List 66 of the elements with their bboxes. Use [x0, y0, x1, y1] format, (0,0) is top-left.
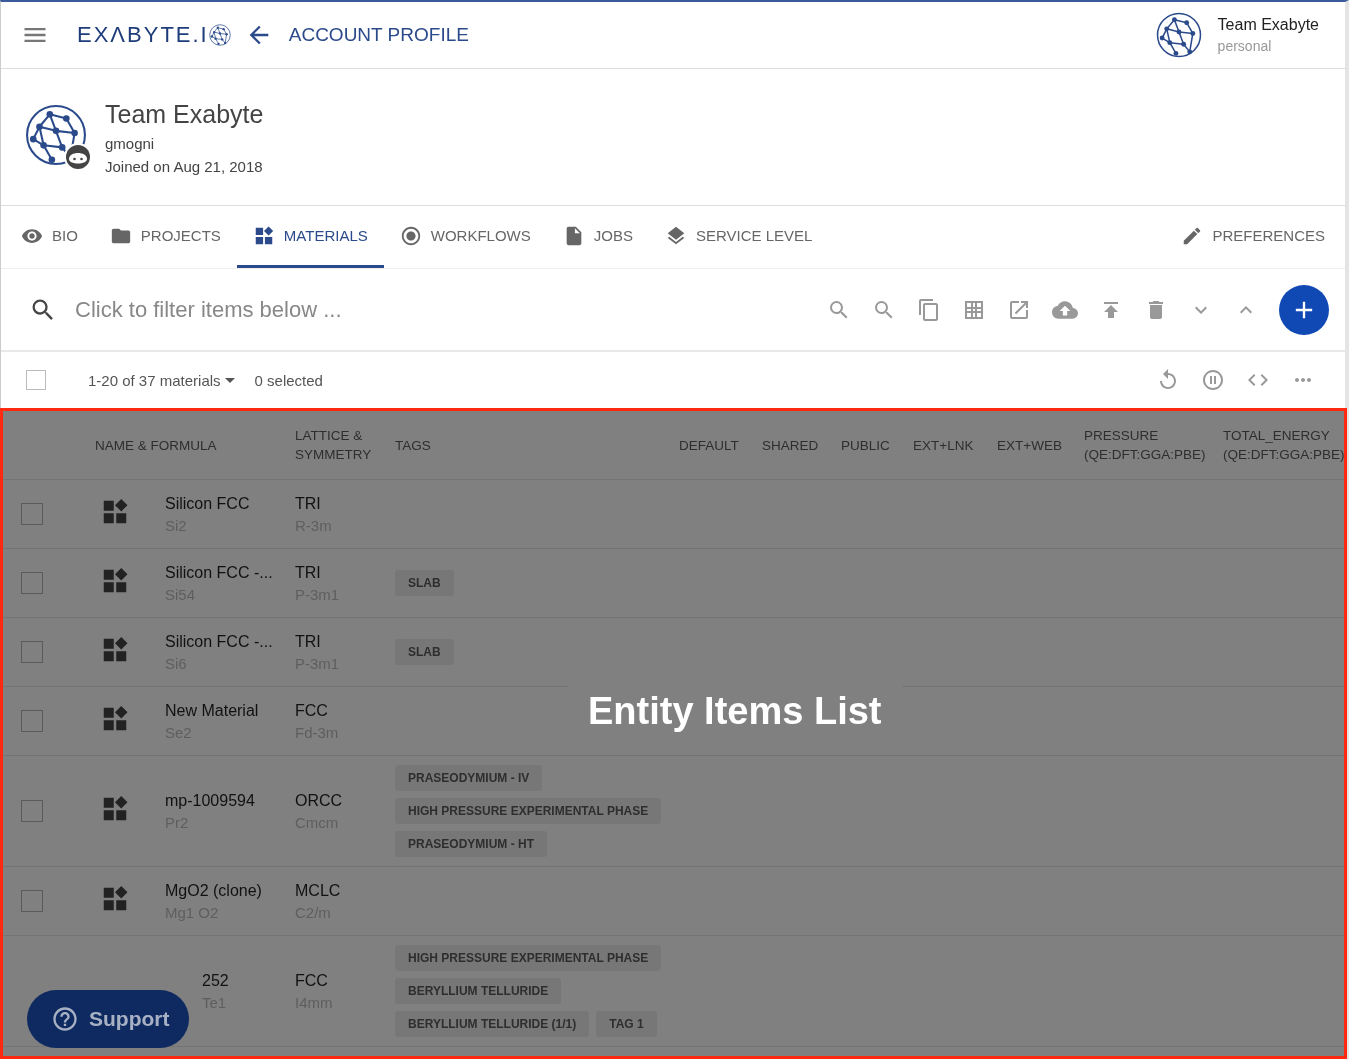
joined-date: Joined on Aug 21, 2018: [105, 157, 264, 175]
lattice: TRI: [295, 494, 322, 513]
tag[interactable]: PRASEODYMIUM - IV: [395, 765, 543, 791]
material-name[interactable]: Silicon FCC -...: [165, 563, 290, 582]
username: gmogni: [105, 134, 156, 152]
column-header[interactable]: PRESSURE (QE:DFT:GGA:PBE): [1079, 426, 1218, 464]
face-badge-icon: [63, 142, 93, 172]
material-name[interactable]: Silicon FCC -...: [165, 632, 290, 651]
lattice: ORCC: [295, 791, 344, 810]
row-checkbox[interactable]: [21, 572, 43, 594]
user-avatar-icon: [1155, 12, 1202, 58]
pause-icon[interactable]: [1201, 368, 1225, 392]
profile-name: Team Exabyte: [105, 99, 264, 129]
material-name[interactable]: New Material: [165, 701, 290, 720]
tag[interactable]: HIGH PRESSURE EXPERIMENTAL PHASE: [395, 798, 662, 824]
material-name[interactable]: 252: [202, 971, 290, 990]
column-header[interactable]: TAGS: [390, 435, 674, 455]
lattice: MCLC: [295, 881, 342, 900]
user-name[interactable]: Team Exabyte: [1217, 16, 1319, 34]
row-checkbox[interactable]: [21, 503, 43, 525]
column-header[interactable]: LATTICE & SYMMETRY: [290, 426, 390, 464]
add-button[interactable]: [1279, 284, 1329, 335]
lattice: FCC: [295, 701, 329, 720]
support-button[interactable]: Support: [27, 990, 190, 1048]
column-header[interactable]: EXT+WEB: [992, 435, 1079, 455]
tag[interactable]: TAG 1: [596, 1011, 657, 1037]
select-all-checkbox[interactable]: [26, 370, 46, 390]
row-checkbox[interactable]: [21, 890, 43, 912]
radio-icon: [399, 224, 422, 247]
tab[interactable]: MATERIALS: [236, 206, 384, 268]
help-icon: [51, 1005, 79, 1033]
copy-icon[interactable]: [917, 297, 941, 322]
material-name[interactable]: Silicon FCC: [165, 494, 290, 513]
lattice: TRI: [295, 632, 322, 651]
lattice: FCC: [295, 971, 329, 990]
preferences-tab[interactable]: PREFERENCES: [1165, 206, 1341, 268]
row-checkbox[interactable]: [21, 800, 43, 822]
tab[interactable]: WORKFLOWS: [383, 206, 547, 268]
material-name[interactable]: mp-1009594: [165, 791, 290, 810]
tab[interactable]: JOBS: [546, 206, 649, 268]
row-checkbox[interactable]: [21, 641, 43, 663]
filter-field[interactable]: Click to filter items below ...: [73, 295, 497, 324]
tag[interactable]: PRASEODYMIUM - HT: [395, 831, 547, 857]
logo[interactable]: EXΛBYTE.I: [77, 22, 209, 48]
tab[interactable]: BIO: [5, 206, 94, 268]
tab[interactable]: SERVICE LEVEL: [648, 206, 829, 268]
logo-ball-icon: [208, 24, 231, 46]
tag[interactable]: HIGH PRESSURE EXPERIMENTAL PHASE: [395, 945, 662, 971]
tab[interactable]: PROJECTS: [93, 206, 237, 268]
row-checkbox[interactable]: [21, 710, 43, 732]
account-type: personal: [1217, 38, 1273, 54]
lattice: TRI: [295, 563, 322, 582]
page-title: ACCOUNT PROFILE: [288, 24, 469, 46]
tag[interactable]: SLAB: [395, 639, 454, 665]
material-name[interactable]: MgO2 (clone): [165, 881, 290, 900]
tag[interactable]: SLAB: [395, 570, 454, 596]
column-header[interactable]: EXT+LNK: [908, 435, 992, 455]
tag[interactable]: BERYLLIUM TELLURIDE (1/1): [395, 1011, 590, 1037]
column-header[interactable]: DEFAULT: [674, 435, 757, 455]
column-header[interactable]: TOTAL_ENERGY (QE:DFT:GGA:PBE): [1218, 426, 1344, 464]
selected-count: 0 selected: [254, 371, 323, 389]
column-header[interactable]: PUBLIC: [836, 435, 908, 455]
column-header[interactable]: NAME & FORMULA: [82, 435, 290, 455]
count-dropdown[interactable]: 1-20 of 37 materials: [82, 370, 241, 390]
column-header[interactable]: SHARED: [757, 435, 836, 455]
tag[interactable]: BERYLLIUM TELLURIDE: [395, 978, 562, 1004]
